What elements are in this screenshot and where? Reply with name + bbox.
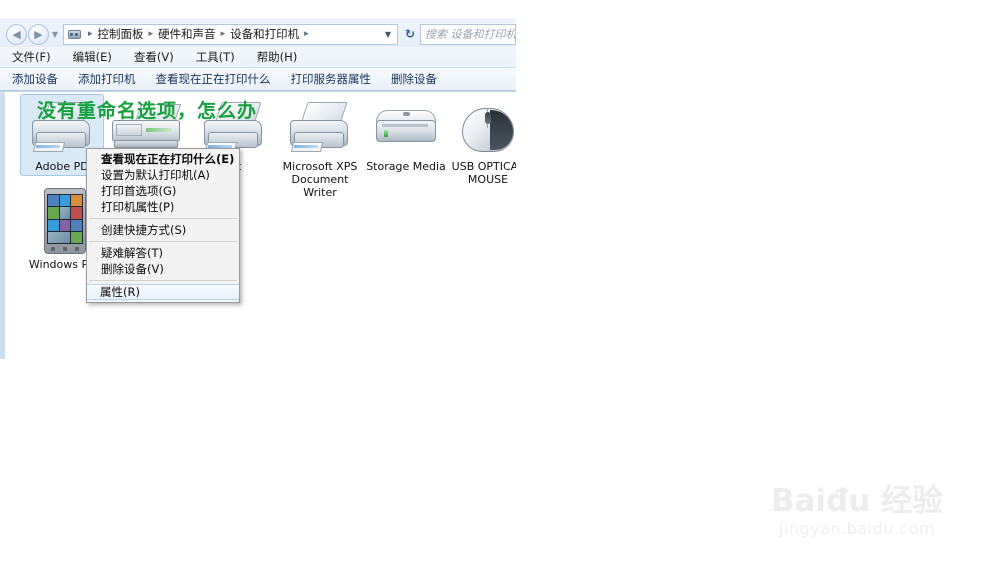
context-menu-item-properties[interactable]: 属性(R) xyxy=(87,284,239,300)
menu-edit[interactable]: 编辑(E) xyxy=(73,49,112,65)
content-area: Adobe PD Microsoft XPS Document Writer S… xyxy=(0,92,516,359)
device-label: Microsoft XPS Document Writer xyxy=(282,160,358,199)
watermark: Baiđu 经验 jingyan.baidu.com xyxy=(757,484,957,539)
command-add-printer[interactable]: 添加打印机 xyxy=(78,71,136,87)
context-menu-item-remove-device[interactable]: 删除设备(V) xyxy=(87,261,239,277)
forward-button[interactable]: ▶ xyxy=(28,23,49,45)
refresh-button[interactable]: ↻ xyxy=(400,24,420,45)
menu-tools[interactable]: 工具(T) xyxy=(196,49,235,65)
breadcrumb-separator-icon: ▸ xyxy=(220,29,226,39)
device-item-usb-optical-mouse[interactable]: USB OPTICAL MOUSE xyxy=(445,98,516,186)
chevron-down-icon: ▼ xyxy=(51,29,59,39)
device-label: Storage Media xyxy=(366,160,446,173)
window-chrome: ◀ ▶ ▼ ▸ 控制面板 ▸ 硬件和声音 ▸ 设备和打印机 ▸ ▼ ↻ 搜索 设… xyxy=(0,18,516,92)
forward-arrow-icon: ▶ xyxy=(34,27,43,41)
breadcrumb-hardware-and-sound[interactable]: 硬件和声音 xyxy=(157,26,217,42)
watermark-url: jingyan.baidu.com xyxy=(778,519,936,538)
watermark-brand: Baiđu 经验 xyxy=(770,483,944,519)
device-grid: Adobe PD Microsoft XPS Document Writer S… xyxy=(5,92,516,359)
context-menu-item-troubleshoot[interactable]: 疑难解答(T) xyxy=(87,245,239,261)
context-menu-separator xyxy=(89,241,237,242)
command-bar: 添加设备 添加打印机 查看现在正在打印什么 打印服务器属性 删除设备 xyxy=(0,67,516,91)
command-remove-device[interactable]: 删除设备 xyxy=(391,71,437,87)
mouse-icon xyxy=(448,98,516,158)
context-menu-item-set-as-default-printer[interactable]: 设置为默认打印机(A) xyxy=(87,167,239,183)
back-arrow-icon: ◀ xyxy=(12,27,21,41)
address-dropdown-icon[interactable]: ▼ xyxy=(381,30,395,39)
breadcrumb-devices-and-printers[interactable]: 设备和打印机 xyxy=(229,26,300,42)
device-label: USB OPTICAL MOUSE xyxy=(451,160,516,186)
back-button[interactable]: ◀ xyxy=(6,23,27,45)
context-menu-item-see-whats-printing[interactable]: 查看现在正在打印什么(E) xyxy=(87,151,239,167)
menu-help[interactable]: 帮助(H) xyxy=(257,49,298,65)
context-menu-separator xyxy=(89,218,237,219)
storage-media-icon xyxy=(366,98,446,158)
screenshot-root: ◀ ▶ ▼ ▸ 控制面板 ▸ 硬件和声音 ▸ 设备和打印机 ▸ ▼ ↻ 搜索 设… xyxy=(0,0,1000,562)
search-placeholder: 搜索 设备和打印机 xyxy=(425,28,516,41)
address-bar[interactable]: ▸ 控制面板 ▸ 硬件和声音 ▸ 设备和打印机 ▸ ▼ xyxy=(63,23,398,45)
device-item-xps-document-writer[interactable]: Microsoft XPS Document Writer xyxy=(277,98,363,199)
search-input[interactable]: 搜索 设备和打印机 xyxy=(420,23,516,45)
command-see-whats-printing[interactable]: 查看现在正在打印什么 xyxy=(156,71,271,87)
menu-bar: 文件(F) 编辑(E) 查看(V) 工具(T) 帮助(H) xyxy=(0,47,516,67)
printer-context-menu: 查看现在正在打印什么(E) 设置为默认打印机(A) 打印首选项(G) 打印机属性… xyxy=(86,148,240,303)
device-item-storage-media[interactable]: Storage Media xyxy=(363,98,449,173)
menu-file[interactable]: 文件(F) xyxy=(12,49,51,65)
menu-view[interactable]: 查看(V) xyxy=(134,49,174,65)
command-add-device[interactable]: 添加设备 xyxy=(12,71,58,87)
context-menu-item-printer-properties[interactable]: 打印机属性(P) xyxy=(87,199,239,215)
annotation-text: 没有重命名选项，怎么办 xyxy=(37,100,258,122)
context-menu-separator xyxy=(89,280,237,281)
breadcrumb-separator-icon: ▸ xyxy=(148,29,154,39)
printer-icon xyxy=(280,98,360,158)
breadcrumb-separator-icon: ▸ xyxy=(304,29,309,39)
context-menu-item-create-shortcut[interactable]: 创建快捷方式(S) xyxy=(87,222,239,238)
control-panel-icon xyxy=(67,27,82,41)
devices-and-printers-window: ◀ ▶ ▼ ▸ 控制面板 ▸ 硬件和声音 ▸ 设备和打印机 ▸ ▼ ↻ 搜索 设… xyxy=(0,18,516,359)
recent-pages-dropdown[interactable]: ▼ xyxy=(49,30,61,39)
refresh-icon: ↻ xyxy=(404,27,416,41)
context-menu-item-printing-preferences[interactable]: 打印首选项(G) xyxy=(87,183,239,199)
address-row: ◀ ▶ ▼ ▸ 控制面板 ▸ 硬件和声音 ▸ 设备和打印机 ▸ ▼ ↻ 搜索 设… xyxy=(0,18,516,47)
breadcrumb-control-panel[interactable]: 控制面板 xyxy=(97,26,145,42)
breadcrumb-separator-icon: ▸ xyxy=(88,29,93,39)
command-print-server-properties[interactable]: 打印服务器属性 xyxy=(291,71,372,87)
